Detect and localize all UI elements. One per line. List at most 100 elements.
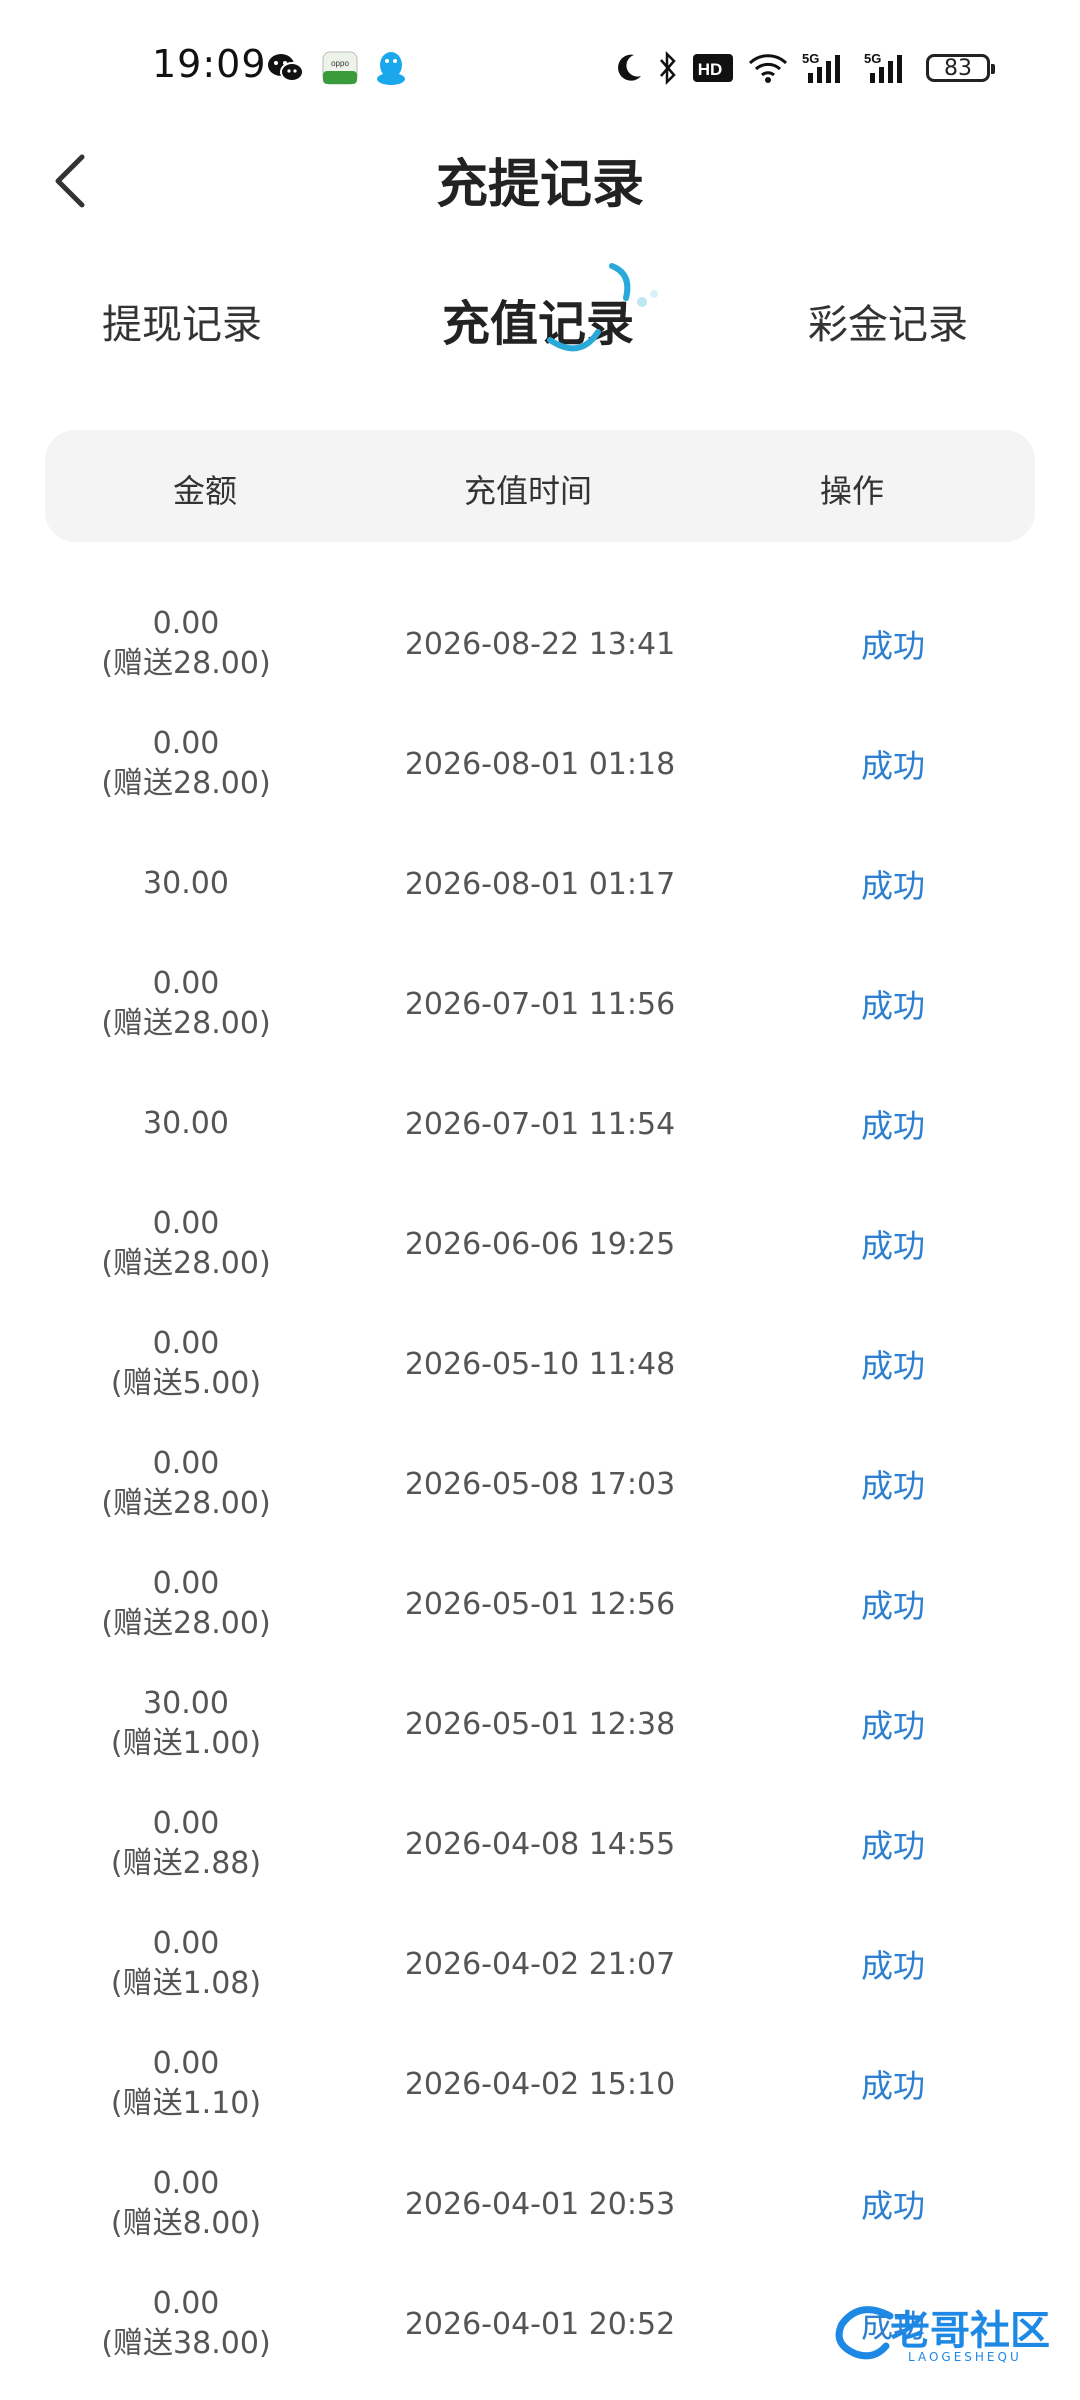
recharge-time-cell: 2026-04-01 20:52	[404, 2306, 676, 2342]
amount-value: 0.00	[152, 966, 220, 1001]
table-row: 0.00 (赠送28.00) 2026-08-22 13:41 成功	[0, 584, 1080, 704]
amount-value: 0.00	[152, 2046, 220, 2081]
recharge-time-cell: 2026-04-01 20:53	[404, 2186, 676, 2222]
bonus-value: (赠送28.00)	[101, 646, 271, 681]
bonus-value: (赠送28.00)	[101, 766, 271, 801]
amount-value: 0.00	[152, 2286, 220, 2321]
moon-icon	[614, 52, 644, 84]
svg-text:5G: 5G	[864, 51, 881, 66]
notification-icons: oppo	[266, 48, 408, 88]
status-success-link[interactable]: 成功	[861, 1064, 925, 1184]
watermark-logo: 老哥社区 LAOGESHEQU	[830, 2290, 1070, 2380]
amount-value: 0.00	[152, 1566, 220, 1601]
table-row: 0.00 (赠送5.00) 2026-05-10 11:48 成功	[0, 1304, 1080, 1424]
status-success-link[interactable]: 成功	[861, 584, 925, 704]
amount-value: 0.00	[152, 1806, 220, 1841]
amount-value: 0.00	[152, 1206, 220, 1241]
table-row: 30.00 2026-08-01 01:17 成功	[0, 824, 1080, 944]
amount-value: 30.00	[143, 1106, 229, 1141]
amount-value: 0.00	[152, 1326, 220, 1361]
table-row: 0.00 (赠送2.88) 2026-04-08 14:55 成功	[0, 1784, 1080, 1904]
status-success-link[interactable]: 成功	[861, 2144, 925, 2264]
table-row: 0.00 (赠送1.10) 2026-04-02 15:10 成功	[0, 2024, 1080, 2144]
table-row: 0.00 (赠送28.00) 2026-06-06 19:25 成功	[0, 1184, 1080, 1304]
status-success-link[interactable]: 成功	[861, 1784, 925, 1904]
amount-cell: 30.00 (赠送1.00)	[111, 1664, 261, 1784]
svg-text:HD: HD	[698, 60, 723, 79]
bonus-value: (赠送38.00)	[101, 2326, 271, 2361]
amount-value: 30.00	[143, 1686, 229, 1721]
header: 充提记录	[0, 134, 1080, 224]
recharge-time-cell: 2026-05-01 12:38	[404, 1706, 676, 1742]
battery-level: 83	[944, 55, 972, 81]
bonus-value: (赠送1.00)	[110, 1726, 262, 1761]
recharge-time-cell: 2026-08-22 13:41	[404, 626, 676, 662]
amount-cell: 0.00 (赠送2.88)	[111, 1784, 261, 1904]
status-success-link[interactable]: 成功	[861, 704, 925, 824]
recharge-time-cell: 2026-07-01 11:56	[404, 986, 676, 1022]
table-row: 30.00 2026-07-01 11:54 成功	[0, 1064, 1080, 1184]
status-success-link[interactable]: 成功	[861, 1544, 925, 1664]
amount-cell: 0.00 (赠送28.00)	[101, 944, 270, 1064]
amount-value: 0.00	[152, 726, 220, 761]
wifi-icon	[748, 52, 788, 84]
recharge-time-cell: 2026-04-02 15:10	[404, 2066, 676, 2102]
amount-cell: 30.00	[143, 824, 229, 944]
bonus-value: (赠送28.00)	[101, 1606, 271, 1641]
amount-cell: 0.00 (赠送28.00)	[101, 1184, 270, 1304]
bonus-value: (赠送28.00)	[101, 1246, 271, 1281]
watermark-text: 老哥社区	[890, 2308, 1050, 2354]
status-success-link[interactable]: 成功	[861, 2024, 925, 2144]
status-success-link[interactable]: 成功	[861, 1664, 925, 1784]
bonus-value: (赠送1.08)	[110, 1966, 262, 2001]
status-success-link[interactable]: 成功	[861, 944, 925, 1064]
column-header-amount: 金额	[172, 472, 238, 510]
status-success-link[interactable]: 成功	[861, 1904, 925, 2024]
bonus-value: (赠送1.10)	[110, 2086, 262, 2121]
cellular-5g-icon: 5G	[864, 51, 912, 85]
amount-cell: 0.00 (赠送38.00)	[101, 2264, 270, 2384]
battery-icon: 83	[926, 54, 995, 82]
status-success-link[interactable]: 成功	[861, 1304, 925, 1424]
tab-bonus-records[interactable]: 彩金记录	[808, 292, 968, 350]
recharge-time-cell: 2026-06-06 19:25	[404, 1226, 676, 1262]
recharge-time-cell: 2026-04-02 21:07	[404, 1946, 676, 1982]
bonus-value: (赠送8.00)	[110, 2206, 262, 2241]
qq-icon	[374, 49, 408, 87]
table-row: 0.00 (赠送28.00) 2026-07-01 11:56 成功	[0, 944, 1080, 1064]
bonus-value: (赠送5.00)	[110, 1366, 262, 1401]
column-header-action: 操作	[819, 472, 885, 510]
page-title: 充提记录	[435, 155, 644, 215]
amount-cell: 0.00 (赠送1.08)	[111, 1904, 261, 2024]
table-row: 0.00 (赠送28.00) 2026-05-08 17:03 成功	[0, 1424, 1080, 1544]
cellular-5g-icon: 5G	[802, 51, 850, 85]
records-list: 0.00 (赠送28.00) 2026-08-22 13:41 成功 0.00 (赠送28…	[0, 584, 1080, 2384]
bonus-value: (赠送2.88)	[110, 1846, 262, 1881]
status-success-link[interactable]: 成功	[861, 1424, 925, 1544]
recharge-time-cell: 2026-05-01 12:56	[404, 1586, 676, 1622]
amount-cell: 0.00 (赠送28.00)	[101, 1544, 270, 1664]
system-icons: HD 5G 5G 83	[614, 48, 995, 88]
status-success-link[interactable]: 成功	[861, 1184, 925, 1304]
table-row: 0.00 (赠送8.00) 2026-04-01 20:53 成功	[0, 2144, 1080, 2264]
recharge-time-cell: 2026-05-10 11:48	[404, 1346, 676, 1382]
recharge-time-cell: 2026-08-01 01:18	[404, 746, 676, 782]
bonus-value: (赠送28.00)	[101, 1486, 271, 1521]
oppo-app-icon: oppo	[322, 51, 358, 85]
recharge-time-cell: 2026-05-08 17:03	[404, 1466, 676, 1502]
recharge-time-cell: 2026-07-01 11:54	[404, 1106, 676, 1142]
wechat-icon	[266, 51, 306, 85]
column-header-recharge-time: 充值时间	[463, 472, 593, 510]
amount-cell: 0.00 (赠送5.00)	[111, 1304, 261, 1424]
status-success-link[interactable]: 成功	[861, 824, 925, 944]
amount-value: 0.00	[152, 1926, 220, 1961]
bluetooth-icon	[658, 51, 678, 85]
tab-withdrawal-records[interactable]: 提现记录	[102, 292, 262, 350]
recharge-time-cell: 2026-08-01 01:17	[404, 866, 676, 902]
table-row: 0.00 (赠送28.00) 2026-08-01 01:18 成功	[0, 704, 1080, 824]
status-time: 19:09	[152, 42, 267, 86]
watermark-subtext: LAOGESHEQU	[908, 2350, 1022, 2364]
amount-value: 0.00	[152, 2166, 220, 2201]
active-tab-indicator	[547, 263, 658, 352]
status-bar: 19:09 oppo HD 5G 5G 83	[0, 0, 1080, 134]
